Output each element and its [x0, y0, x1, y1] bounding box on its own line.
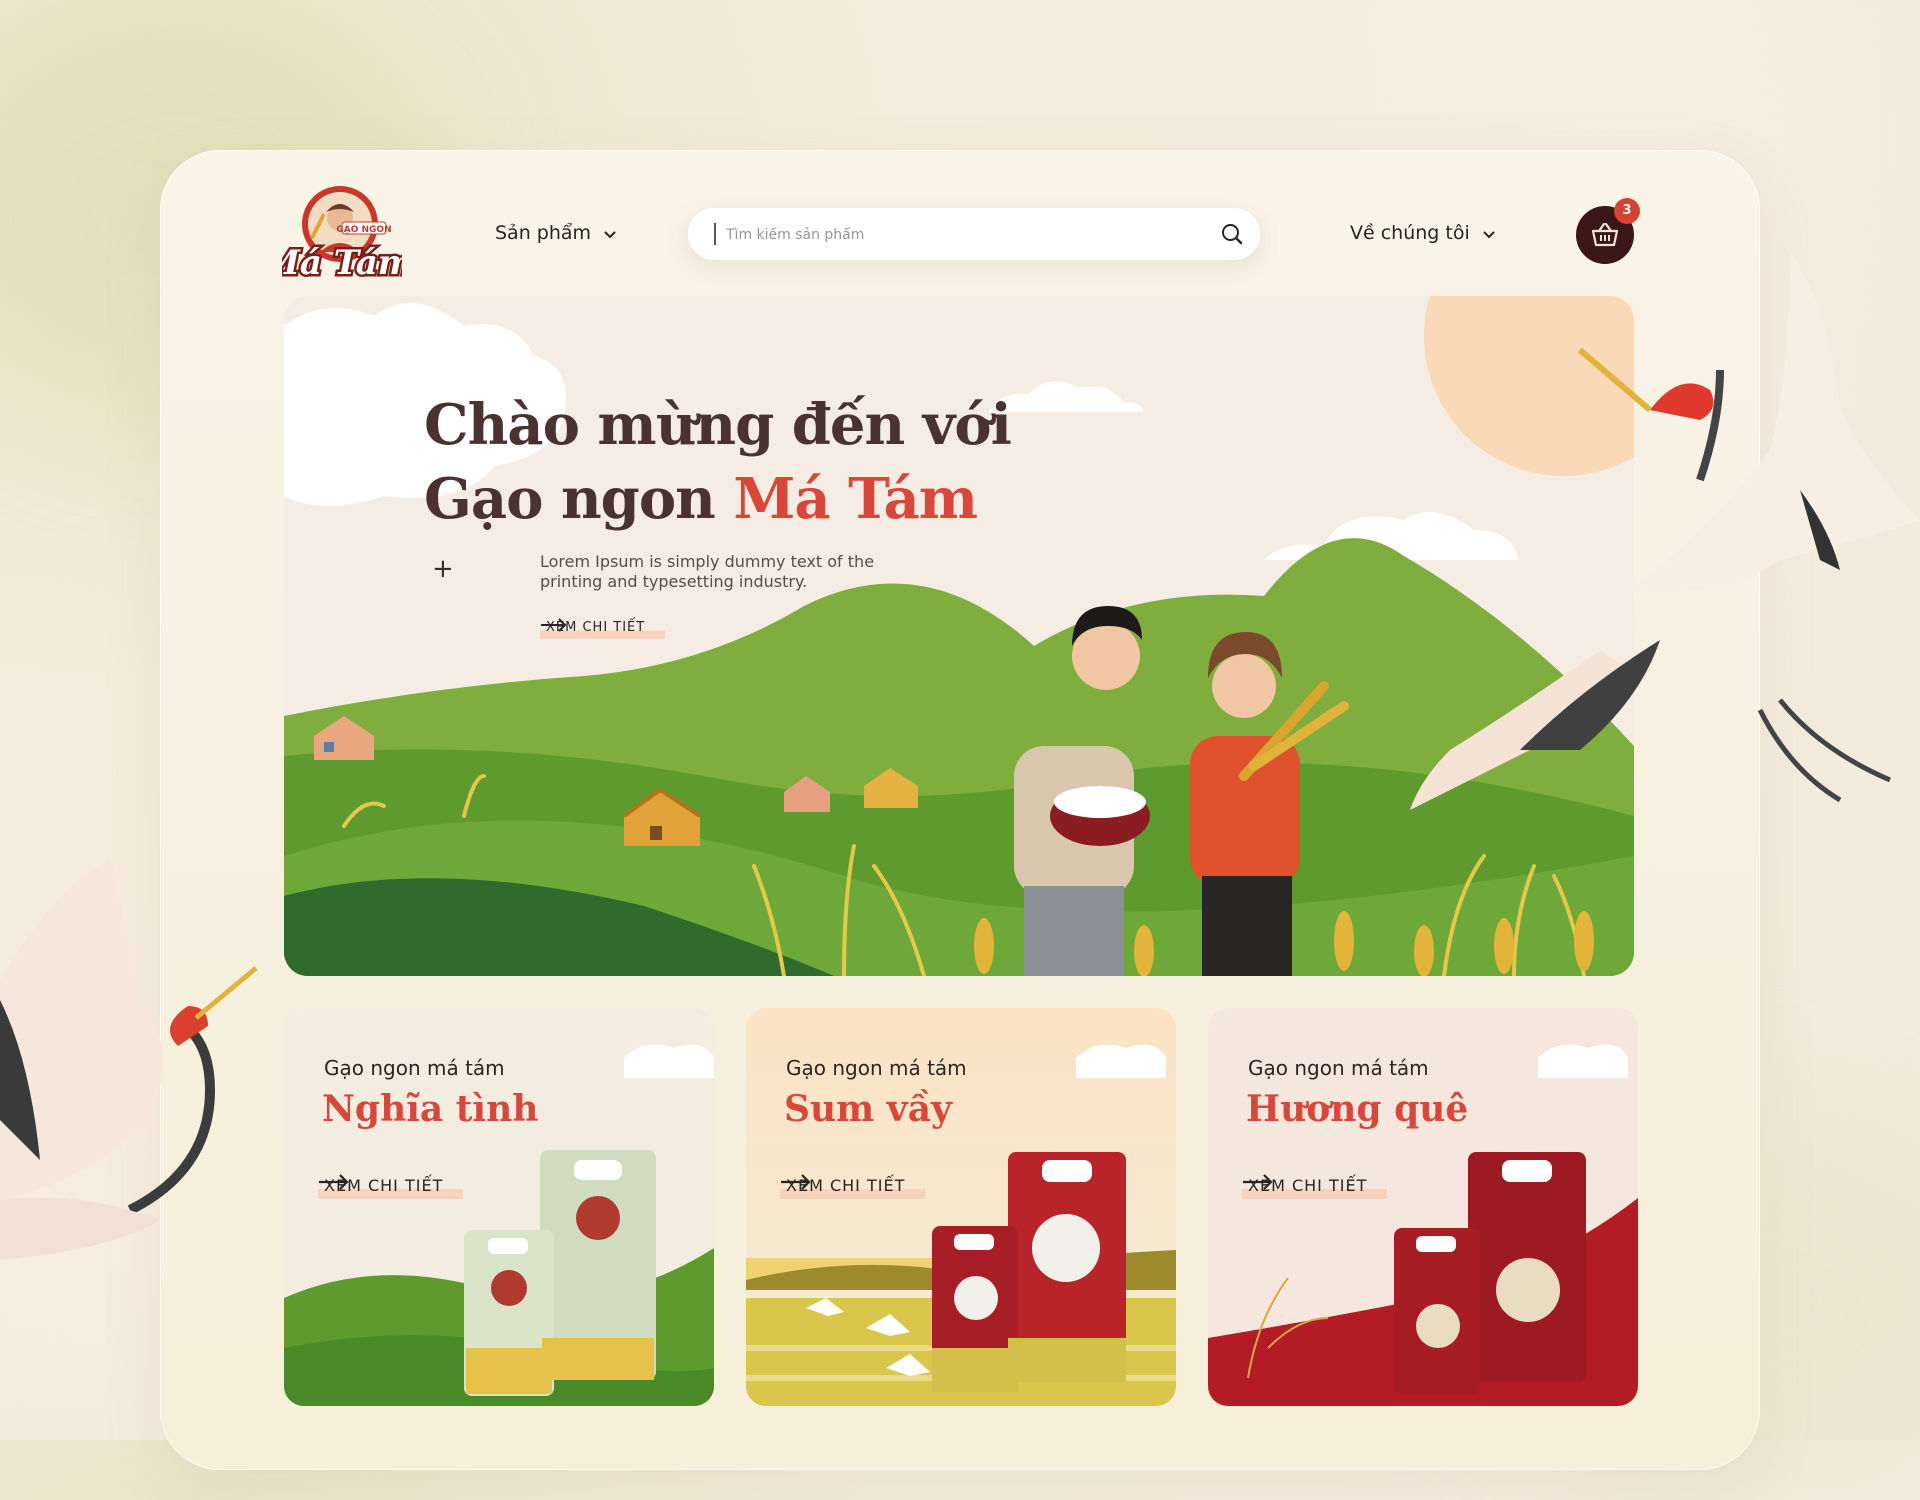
product-card-huong-que[interactable]: Gạo ngon má tám Hương quê XEM CHI TIẾT: [1208, 1008, 1638, 1406]
hero-description: Lorem Ipsum is simply dummy text of the …: [540, 552, 875, 591]
text-caret: [714, 223, 716, 245]
logo-text: Má Tám: [282, 243, 402, 282]
hero-title-line1: Chào mừng đến với: [424, 392, 1012, 458]
product-cta-button[interactable]: XEM CHI TIẾT: [1242, 1174, 1388, 1199]
nav-products-label: Sản phẩm: [495, 222, 592, 244]
product-subtitle: Gạo ngon má tám: [1248, 1056, 1429, 1080]
product-name: Hương quê: [1246, 1088, 1469, 1130]
product-subtitle: Gạo ngon má tám: [786, 1056, 967, 1080]
crane-illustration-left: [0, 860, 258, 1260]
product-card-nghia-tinh[interactable]: Gạo ngon má tám Nghĩa tình XEM CHI TIẾT: [284, 1008, 714, 1406]
brand-logo[interactable]: GẠO NGON Má Tám: [259, 182, 416, 286]
search-bar[interactable]: [688, 208, 1260, 260]
product-cta-button[interactable]: XEM CHI TIẾT: [318, 1174, 464, 1199]
plus-icon: +: [432, 554, 454, 584]
hero-cta-button[interactable]: XEM CHI TIẾT: [540, 618, 666, 639]
cart-count-badge: 3: [1614, 198, 1640, 224]
hero-title: Chào mừng đến với Gạo ngon Má Tám: [424, 388, 1012, 536]
logo-subtext: GẠO NGON: [336, 225, 391, 235]
nav-products[interactable]: Sản phẩm: [495, 222, 617, 245]
product-name: Sum vầy: [784, 1088, 952, 1130]
product-cta-button[interactable]: XEM CHI TIẾT: [780, 1174, 926, 1199]
hero-title-line2: Gạo ngon Má Tám: [424, 462, 1011, 536]
hero-title-accent: Má Tám: [733, 466, 978, 532]
search-input[interactable]: [724, 220, 1198, 250]
chevron-down-icon: [603, 223, 617, 245]
product-name: Nghĩa tình: [322, 1088, 539, 1130]
hero-title-prefix: Gạo ngon: [424, 466, 734, 532]
product-subtitle: Gạo ngon má tám: [324, 1056, 505, 1080]
search-icon[interactable]: [1220, 222, 1244, 250]
product-card-sum-vay[interactable]: Gạo ngon má tám Sum vầy XEM CHI TIẾT: [746, 1008, 1176, 1406]
crane-illustration-right: [1410, 250, 1920, 810]
